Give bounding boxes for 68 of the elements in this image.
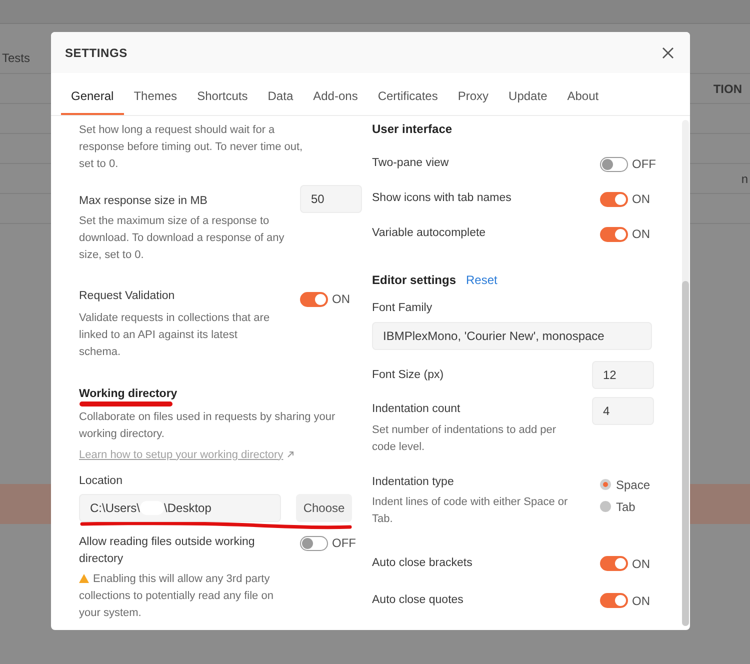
setting-description: Set number of indentations to add per code level.	[372, 422, 558, 454]
location-field[interactable]: C:\Users\ \Desktop	[79, 494, 281, 522]
toggle-switch[interactable]	[300, 536, 328, 551]
setting-description: Set the maximum size of a response to download. To download a response of any size, set to 0.	[79, 214, 286, 264]
external-link-icon	[287, 451, 294, 458]
toggle-state-text: ON	[632, 592, 650, 610]
toggle-switch[interactable]	[600, 556, 628, 572]
warning-icon	[79, 574, 89, 584]
settings-tab[interactable]: Themes	[124, 81, 188, 115]
toggle-state-text: ON	[632, 226, 650, 243]
warning-text: Enabling this will allow any 3rd party collections to potentially read any file on your system.	[79, 572, 274, 622]
settings-tab[interactable]: Shortcuts	[187, 81, 258, 115]
toggle-state-text: ON	[332, 291, 350, 308]
settings-tab[interactable]: Add-ons	[303, 81, 368, 115]
toggle-state-text: OFF	[632, 156, 656, 173]
timeout-description: Set how long a request should wait for a response before timing out. To never time out, set to 0.	[79, 123, 304, 172]
scrollbar-track[interactable]	[682, 120, 689, 626]
setting-label: Variable autocomplete	[372, 226, 486, 242]
settings-tab[interactable]: About	[557, 81, 609, 115]
toggle-state-text: ON	[632, 556, 650, 573]
path-text: \Desktop	[164, 500, 212, 518]
radio-label: Space	[616, 476, 650, 494]
background-tab-label: Tests	[2, 50, 30, 67]
toggle-switch[interactable]	[600, 156, 628, 172]
setting-label: Max response size in MB	[79, 194, 208, 209]
close-icon[interactable]	[662, 46, 674, 58]
toggle-state-text: ON	[632, 191, 650, 208]
section-heading: Editor settings	[372, 272, 456, 289]
setting-label: Auto close quotes	[372, 593, 464, 608]
setting-description: Indent lines of code with either Space or Tab.	[372, 494, 569, 527]
setting-label: Indentation count	[372, 402, 462, 418]
setting-label: Font Family	[372, 301, 434, 316]
background-cell-text: n	[741, 170, 748, 188]
settings-tab[interactable]: Update	[498, 81, 558, 115]
radio-button[interactable]	[600, 501, 611, 512]
setting-label: Font Size (px)	[372, 368, 444, 383]
settings-tab[interactable]: Proxy	[448, 81, 499, 115]
indent-count-input[interactable]: 4	[592, 397, 654, 426]
section-description: Collaborate on files used in requests by sharing your working directory.	[79, 410, 336, 442]
toggle-switch[interactable]	[600, 226, 628, 242]
settings-tab[interactable]: General	[61, 81, 124, 115]
settings-tab[interactable]: Data	[258, 81, 304, 115]
font-size-input[interactable]: 12	[592, 361, 654, 390]
radio-label: Tab	[616, 498, 636, 516]
dialog-title: SETTINGS	[65, 44, 128, 62]
max-size-input[interactable]: 50	[300, 185, 362, 213]
setting-label: Show icons with tab names	[372, 191, 512, 206]
font-family-input[interactable]: IBMPlexMono, 'Courier New', monospace	[372, 322, 652, 350]
section-heading: Working directory	[79, 386, 178, 400]
scrollbar-thumb[interactable]	[682, 281, 689, 626]
setting-label: Two-pane view	[372, 156, 449, 172]
toggle-state-text: OFF	[332, 535, 356, 552]
reset-link[interactable]: Reset	[466, 271, 498, 289]
setting-label: Request Validation	[79, 289, 176, 304]
path-text: C:\Users\	[90, 500, 140, 518]
choose-button[interactable]: Choose	[296, 494, 352, 522]
section-heading: User interface	[372, 121, 454, 138]
setting-label: Auto close brackets	[372, 556, 472, 572]
toggle-switch[interactable]	[300, 292, 328, 307]
setting-label: Location	[79, 474, 124, 489]
settings-tab[interactable]: Certificates	[368, 81, 448, 115]
setting-label: Allow reading files outside working directory	[79, 535, 256, 568]
toggle-switch[interactable]	[600, 192, 628, 206]
setting-description: Validate requests in collections that are linked to an API against its latest schema.	[79, 310, 271, 360]
radio-button[interactable]	[600, 479, 611, 490]
background-column-heading: TION	[713, 80, 742, 98]
toggle-switch[interactable]	[600, 593, 628, 608]
setting-label: Indentation type	[372, 474, 455, 490]
